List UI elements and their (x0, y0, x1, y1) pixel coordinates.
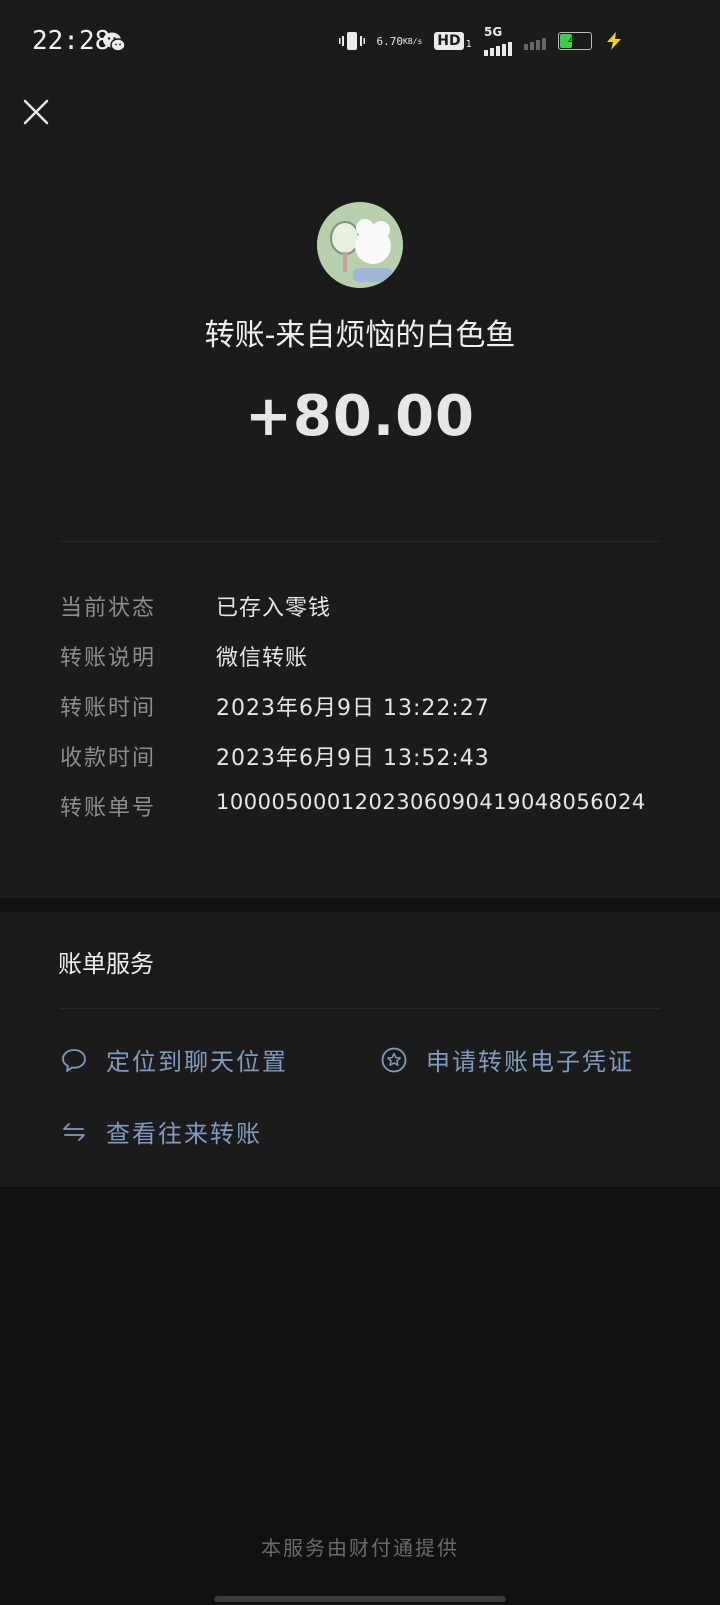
service-label: 查看往来转账 (106, 1120, 262, 1148)
exchange-arrows-icon (63, 1122, 85, 1141)
battery-icon: 41 (558, 32, 592, 50)
detail-row-transfer-time: 转账时间 2023年6月9日 13:22:27 (60, 690, 660, 730)
status-bar: 22:28 6.70 KB/s HD 1 5G 41 (0, 0, 720, 86)
detail-value: 2023年6月9日 13:52:43 (216, 746, 490, 771)
net-speed-value: 6.70 (376, 34, 404, 48)
hd-indicator: HD 1 (434, 32, 472, 50)
detail-row-note: 转账说明 微信转账 (60, 640, 660, 680)
view-transfers-button[interactable]: 查看往来转账 (60, 1114, 262, 1149)
vibrate-icon (338, 32, 365, 50)
bill-services: 账单服务 定位到聊天位置 申请转账电子凭证 查看往来转账 (0, 912, 720, 1187)
transfer-title: 转账-来自烦恼的白色鱼 (204, 318, 516, 353)
avatar-image (317, 202, 403, 288)
detail-row-status: 当前状态 已存入零钱 (60, 590, 660, 630)
hd-sub: 1 (465, 39, 472, 50)
wechat-icon (103, 32, 126, 52)
network-label: 5G (484, 25, 503, 39)
detail-row-receive-time: 收款时间 2023年6月9日 13:52:43 (60, 740, 660, 780)
detail-label: 转账单号 (60, 796, 157, 821)
home-indicator[interactable] (214, 1596, 506, 1602)
chat-bubble-icon (62, 1048, 86, 1072)
detail-label: 当前状态 (60, 596, 157, 621)
locate-chat-button[interactable]: 定位到聊天位置 (60, 1042, 288, 1077)
service-label: 申请转账电子凭证 (426, 1048, 634, 1076)
detail-value[interactable]: 1000050001202306090419048056024 (216, 790, 646, 814)
charging-icon (607, 32, 621, 50)
detail-row-transfer-id: 转账单号 1000050001202306090419048056024 (60, 790, 660, 830)
signal-icon (484, 38, 512, 56)
divider (60, 1008, 660, 1009)
status-time: 22:28 (32, 26, 111, 56)
detail-label: 收款时间 (60, 746, 157, 771)
detail-label: 转账说明 (60, 646, 157, 671)
net-speed-unit: KB/s (403, 36, 423, 46)
footer-text: 本服务由财付通提供 (261, 1536, 459, 1560)
net-speed: 6.70 KB/s (377, 36, 423, 47)
service-label: 定位到聊天位置 (106, 1048, 288, 1076)
signal-5g: 5G (484, 26, 512, 56)
detail-value: 2023年6月9日 13:22:27 (216, 696, 490, 721)
detail-label: 转账时间 (60, 696, 157, 721)
divider (60, 541, 660, 542)
hd-badge: HD (434, 32, 464, 50)
status-icons: 6.70 KB/s HD 1 5G 41 (338, 26, 624, 56)
services-title: 账单服务 (58, 950, 154, 978)
detail-value: 微信转账 (216, 646, 309, 671)
star-circle-icon (381, 1047, 407, 1072)
avatar (317, 202, 403, 288)
battery-percent: 41 (568, 34, 582, 47)
detail-value: 已存入零钱 (216, 596, 332, 621)
signal-secondary-icon (524, 32, 546, 50)
transfer-amount: +80.00 (244, 384, 476, 449)
close-icon[interactable] (20, 96, 52, 128)
request-voucher-button[interactable]: 申请转账电子凭证 (380, 1042, 634, 1077)
